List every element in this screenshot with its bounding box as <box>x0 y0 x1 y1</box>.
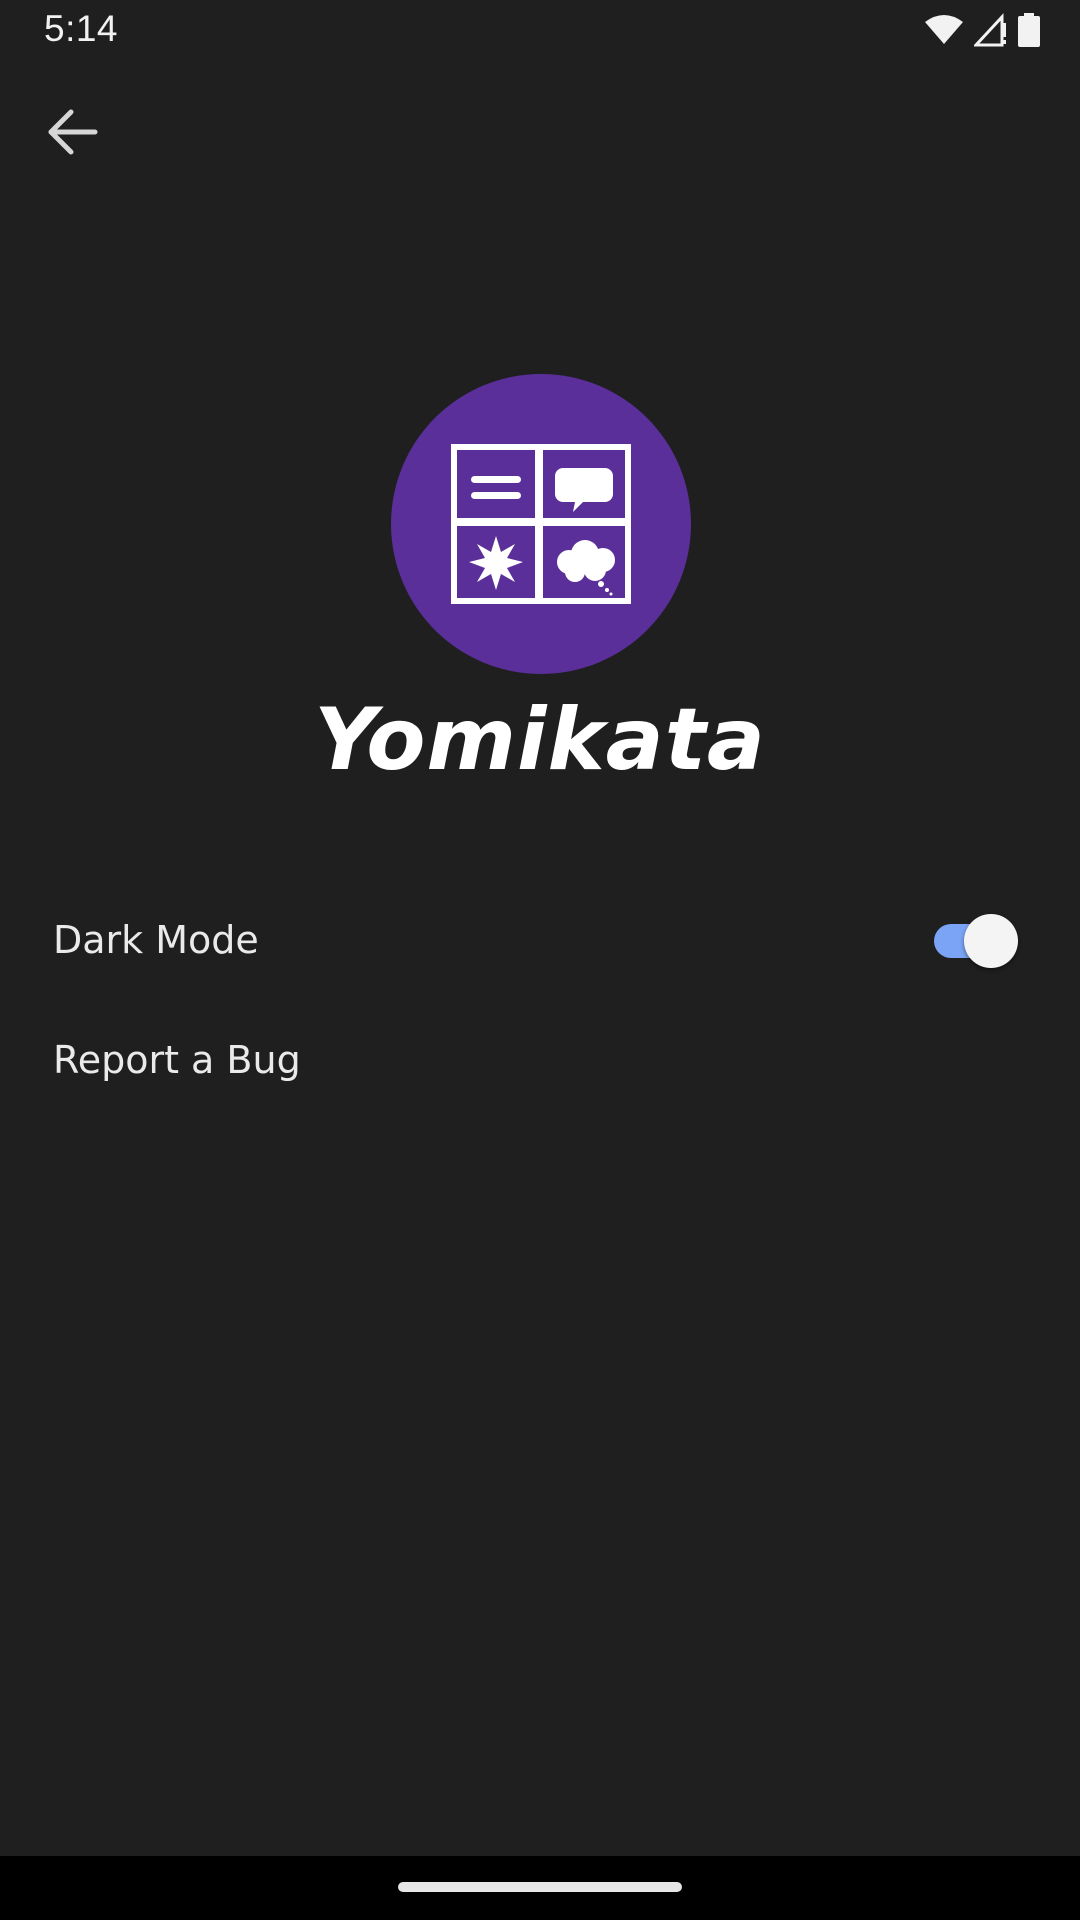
settings-screen: 5:14 Yomikata Dark Mode Report a Bug <box>0 0 1080 1920</box>
app-logo <box>391 374 691 674</box>
arrow-back-icon <box>45 108 99 161</box>
navigation-bar <box>0 1856 1080 1920</box>
status-icons <box>924 12 1040 52</box>
app-name: Yomikata <box>314 690 766 790</box>
toggle-thumb <box>964 914 1018 968</box>
back-button[interactable] <box>34 96 110 172</box>
dark-mode-setting[interactable]: Dark Mode <box>0 890 1080 990</box>
battery-icon <box>1018 12 1040 52</box>
status-time: 5:14 <box>44 8 119 49</box>
status-bar: 5:14 <box>0 0 1080 60</box>
comic-panels-icon <box>451 444 631 604</box>
cell-signal-icon <box>972 12 1008 52</box>
dark-mode-label: Dark Mode <box>53 918 259 962</box>
report-bug-setting[interactable]: Report a Bug <box>0 1010 1080 1110</box>
report-bug-label: Report a Bug <box>53 1038 301 1082</box>
home-gesture-handle[interactable] <box>398 1882 682 1892</box>
dark-mode-toggle[interactable] <box>934 914 1018 968</box>
wifi-icon <box>924 14 964 51</box>
